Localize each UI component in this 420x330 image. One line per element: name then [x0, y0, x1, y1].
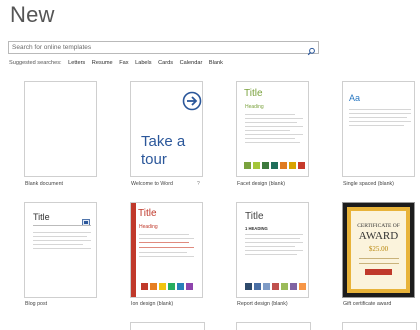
template-caption: Blog post [25, 301, 48, 307]
thumb-title: Title [245, 211, 264, 222]
page-title: New [10, 2, 55, 27]
template-caption: Welcome to Word [131, 181, 173, 187]
search-icon[interactable] [307, 43, 316, 56]
template-ion-design[interactable]: Title Heading [130, 202, 203, 298]
template-caption: Blank document [25, 181, 63, 187]
template-caption: Gift certificate award [343, 301, 392, 307]
suggested-link-blank[interactable]: Blank [209, 60, 223, 66]
suggested-link-resume[interactable]: Resume [92, 60, 113, 66]
template-facet-design[interactable]: Title Heading [236, 81, 309, 177]
suggested-link-cards[interactable]: Cards [158, 60, 173, 66]
thumb-title: Title [244, 88, 263, 99]
thumb-title: Title [138, 208, 157, 219]
thumb-heading: Heading [245, 104, 264, 110]
template-blank-document[interactable] [24, 81, 97, 177]
image-icon [82, 213, 90, 231]
suggested-link-calendar[interactable]: Calendar [180, 60, 203, 66]
suggested-label: Suggested searches: [9, 60, 62, 66]
suggested-link-labels[interactable]: Labels [135, 60, 151, 66]
thumb-title: Title [33, 212, 50, 222]
template-single-spaced[interactable]: Aa [342, 81, 415, 177]
template-report-design[interactable]: Title 1 HEADING [236, 202, 309, 298]
template-caption: Facet design (blank) [237, 181, 285, 187]
certificate-amount: $25.00 [368, 245, 389, 253]
pin-icon[interactable]: ? [197, 181, 200, 187]
template-blog-post[interactable]: Title [24, 202, 97, 298]
search-box[interactable] [8, 41, 319, 56]
thumb-heading: Heading [139, 224, 158, 230]
arrow-right-circle-icon [182, 91, 202, 116]
certificate-title: CERTIFICATE OF [357, 223, 400, 229]
template-caption: Single spaced (blank) [343, 181, 394, 187]
template-caption: Ion design (blank) [131, 301, 174, 307]
certificate-award: AWARD [358, 230, 399, 242]
template-caption: Report design (blank) [237, 301, 288, 307]
template-gift-certificate[interactable]: CERTIFICATE OF AWARD $25.00 [342, 202, 415, 298]
tour-text-line2: tour [141, 151, 167, 168]
template-welcome-to-word[interactable]: Take a tour [130, 81, 203, 177]
thumb-heading: 1 HEADING [245, 226, 268, 231]
tour-text-line1: Take a [141, 133, 186, 150]
search-input[interactable] [12, 42, 302, 53]
suggested-link-fax[interactable]: Fax [119, 60, 128, 66]
suggested-link-letters[interactable]: Letters [68, 60, 85, 66]
suggested-searches: Suggested searches: Letters Resume Fax L… [9, 60, 228, 66]
thumb-title: Aa [349, 93, 361, 103]
